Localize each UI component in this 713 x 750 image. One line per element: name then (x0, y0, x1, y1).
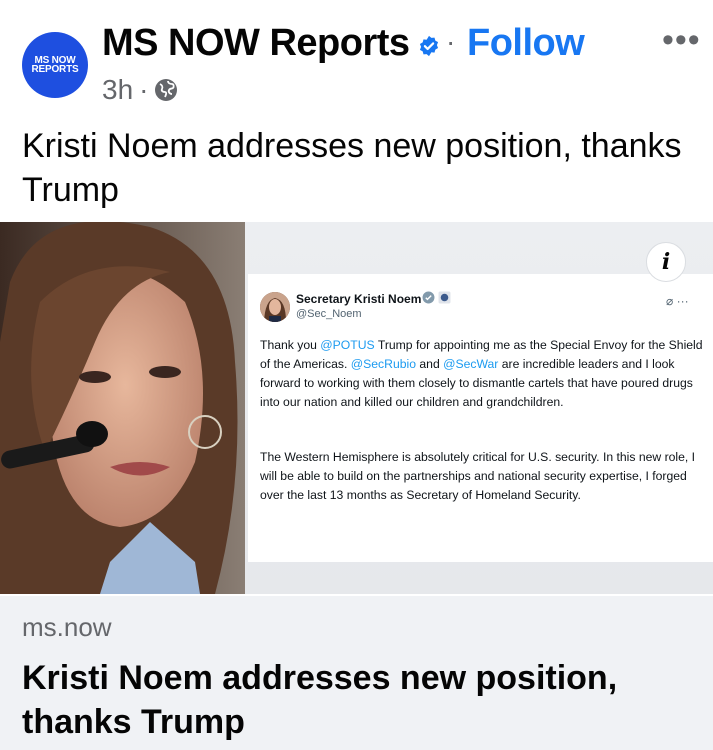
tweet-paragraph-2: The Western Hemisphere is absolutely cri… (260, 450, 696, 502)
tweet-text: and (416, 357, 444, 371)
government-seal-icon (438, 291, 451, 304)
tweet-paragraph-1: Thank you @POTUS Trump for appointing me… (260, 336, 708, 412)
tweet-badges (422, 291, 451, 304)
tweet-handle: @Sec_Noem (296, 308, 362, 320)
post-time: 3h · (102, 74, 178, 106)
tweet-actions: ⌀ ··· (666, 294, 689, 308)
follow-button[interactable]: Follow (467, 22, 585, 65)
avatar-line-2: REPORTS (31, 64, 79, 75)
tweet-text: Thank you (260, 338, 321, 352)
info-icon[interactable]: i (646, 242, 686, 282)
globe-icon (155, 79, 178, 101)
mention-potus: @POTUS (320, 338, 375, 352)
post-image[interactable]: Secretary Kristi Noem @Sec_Noem ⌀ ··· Th… (0, 222, 713, 594)
link-title[interactable]: Kristi Noem addresses new position, than… (22, 656, 702, 744)
page-name[interactable]: MS NOW Reports (102, 22, 410, 65)
time-label[interactable]: 3h (102, 74, 133, 106)
link-domain: ms.now (22, 612, 112, 642)
tweet-avatar (260, 292, 290, 322)
mention-secwar: @SecWar (443, 357, 499, 371)
tweet-more-icon: ··· (676, 294, 689, 308)
time-separator: · (139, 74, 149, 105)
tweet-verified-icon (422, 291, 435, 304)
portrait-photo (0, 222, 245, 594)
embedded-tweet: Secretary Kristi Noem @Sec_Noem ⌀ ··· Th… (248, 274, 713, 562)
more-options-button[interactable]: ••• (662, 23, 701, 57)
tweet-author-name: Secretary Kristi Noem (296, 292, 422, 306)
grok-icon: ⌀ (666, 294, 674, 308)
post-text: Kristi Noem addresses new position, than… (22, 127, 682, 209)
header-separator: · (446, 26, 456, 57)
page-avatar[interactable]: MS NOW REPORTS (22, 32, 88, 98)
verified-badge-icon (419, 35, 439, 57)
post-header: MS NOW REPORTS MS NOW Reports · Follow •… (0, 0, 713, 122)
mention-secrubio: @SecRubio (350, 357, 416, 371)
